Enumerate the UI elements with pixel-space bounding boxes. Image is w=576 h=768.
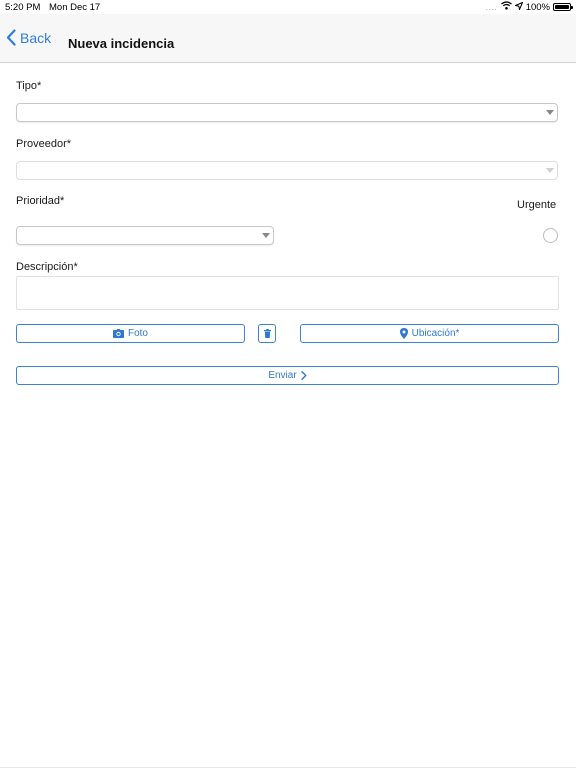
prioridad-label: Prioridad* (16, 195, 65, 207)
chevron-down-icon (546, 110, 554, 115)
descripcion-label: Descripción* (16, 261, 78, 273)
wifi-icon (500, 1, 512, 13)
foto-button[interactable]: Foto (16, 324, 245, 343)
proveedor-select[interactable] (16, 161, 558, 180)
status-time: 5:20 PM (5, 2, 41, 13)
chevron-left-icon (6, 29, 20, 46)
chevron-down-icon (546, 168, 554, 173)
ubicacion-button[interactable]: Ubicación* (300, 324, 559, 343)
battery-percent: 100% (525, 1, 550, 13)
urgente-label: Urgente (517, 199, 557, 211)
chevron-down-icon (262, 233, 270, 238)
map-pin-icon (399, 328, 408, 339)
foto-label: Foto (127, 328, 148, 339)
chevron-right-icon (300, 371, 307, 380)
enviar-button[interactable]: Enviar (16, 366, 559, 385)
camera-icon (112, 329, 124, 338)
tipo-select[interactable] (16, 103, 558, 122)
status-date: Mon Dec 17 (49, 2, 101, 13)
proveedor-label: Proveedor* (16, 138, 72, 150)
screen: 5:20 PM Mon Dec 17 .... 100% Back Nueva … (0, 0, 576, 768)
battery-fill (555, 5, 569, 9)
tipo-label: Tipo* (16, 80, 42, 92)
delete-photo-button[interactable] (258, 324, 276, 343)
page-title: Nueva incidencia (68, 36, 175, 51)
status-indicators: .... 100% (485, 1, 573, 13)
trash-icon (263, 329, 271, 338)
back-button[interactable]: Back (6, 29, 51, 46)
navigation-bar: Back Nueva incidencia (0, 14, 576, 63)
location-arrow-icon (513, 1, 524, 13)
battery-tip (571, 6, 573, 9)
back-label: Back (20, 29, 52, 46)
descripcion-textarea[interactable] (16, 276, 559, 310)
battery-icon (553, 3, 573, 11)
signal-dots: .... (485, 4, 498, 12)
ubicacion-label: Ubicación* (411, 328, 460, 339)
enviar-label: Enviar (268, 370, 297, 381)
urgente-radio[interactable] (543, 228, 558, 243)
status-bar: 5:20 PM Mon Dec 17 .... 100% (0, 0, 576, 14)
prioridad-select[interactable] (16, 226, 274, 245)
